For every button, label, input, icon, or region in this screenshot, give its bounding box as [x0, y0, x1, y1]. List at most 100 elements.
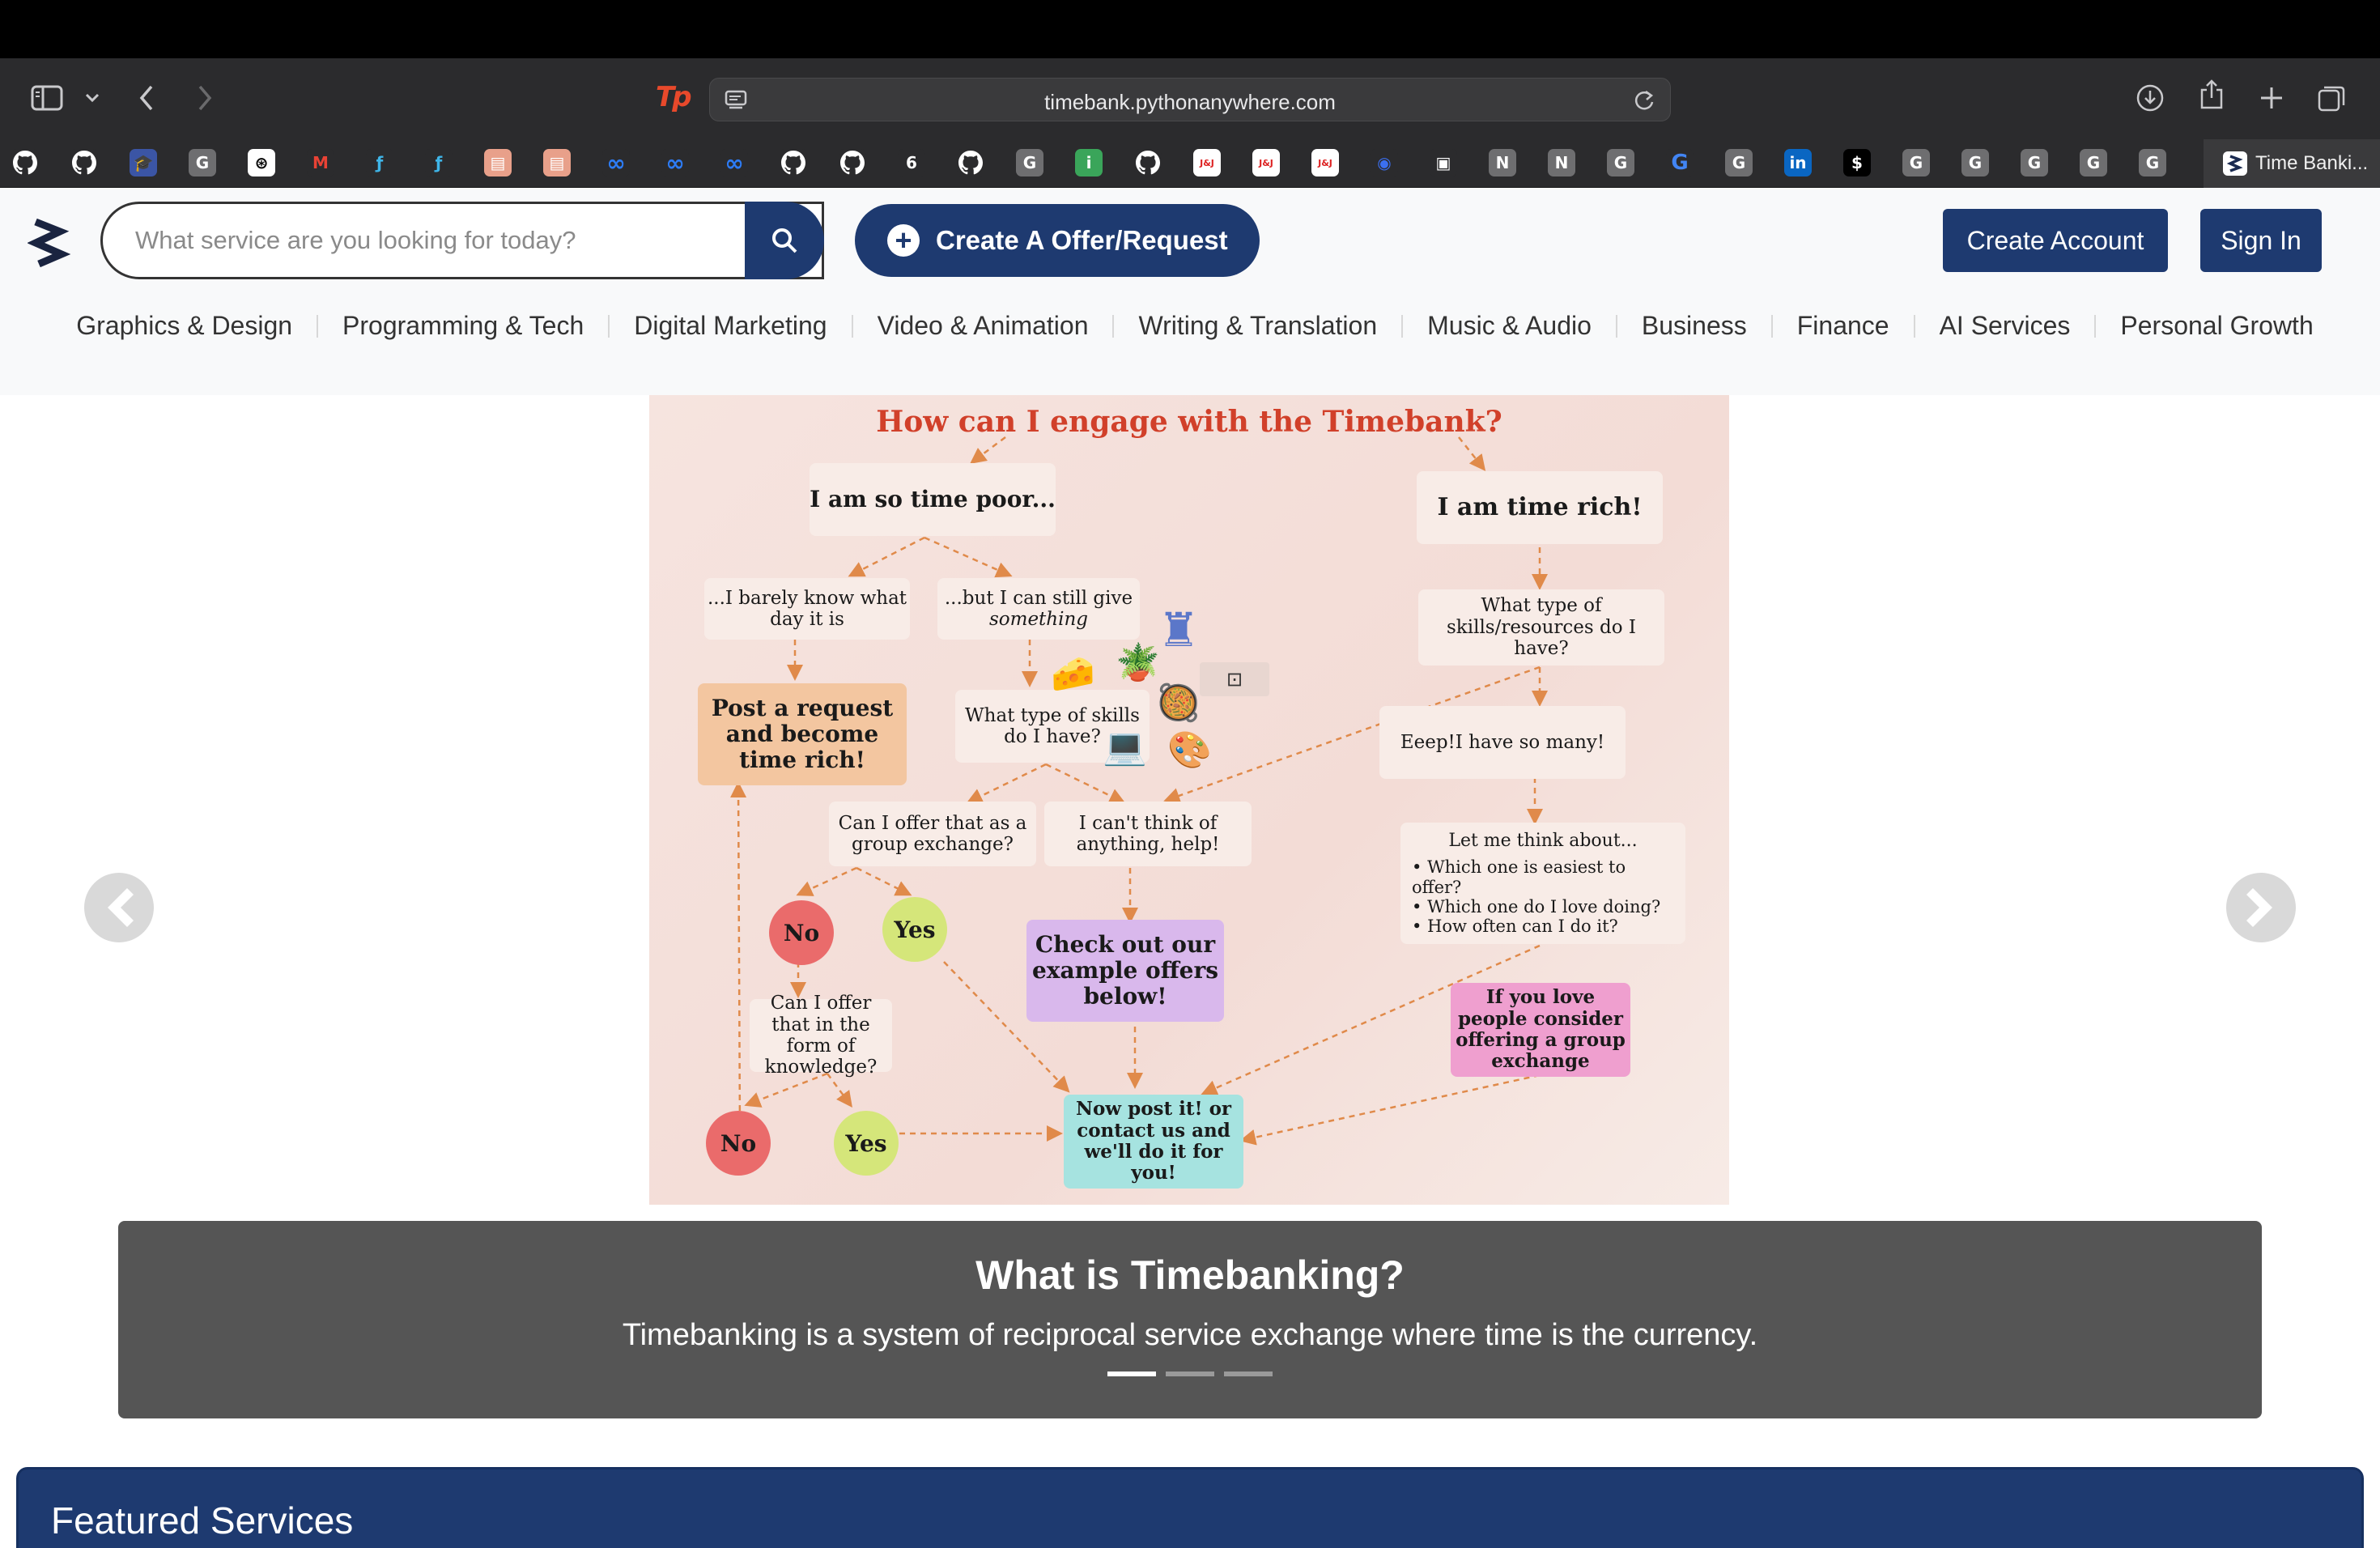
- time-rich-box: I am time rich!: [1417, 471, 1663, 544]
- category-link[interactable]: Personal Growth: [2120, 311, 2313, 340]
- nav-separator: [1770, 315, 1773, 338]
- generic-g-icon[interactable]: G: [1725, 149, 1753, 176]
- back-icon[interactable]: [138, 78, 155, 118]
- no-circle: No: [706, 1111, 771, 1176]
- carousel-indicators: [118, 1372, 2262, 1376]
- chatgpt-icon[interactable]: ⊛: [248, 149, 275, 176]
- category-link[interactable]: Graphics & Design: [76, 311, 292, 340]
- timebank-logo-icon[interactable]: [27, 217, 71, 268]
- github-icon[interactable]: [839, 149, 866, 176]
- sign-in-button[interactable]: Sign In: [2200, 209, 2322, 272]
- category-link[interactable]: Music & Audio: [1427, 311, 1592, 340]
- generic-g-icon[interactable]: G: [2021, 149, 2048, 176]
- browser-toolbar: Tp timebank.pythonanywhere.com: [0, 58, 2380, 139]
- knowledge-question-box: Can I offer that in the form of knowledg…: [750, 993, 892, 1078]
- github-icon[interactable]: [11, 149, 39, 176]
- six-icon[interactable]: 6: [898, 149, 925, 176]
- generic-g-icon[interactable]: G: [1961, 149, 1989, 176]
- tp-extension-icon[interactable]: Tp: [656, 81, 691, 113]
- category-link[interactable]: Writing & Translation: [1138, 311, 1377, 340]
- forward-icon[interactable]: [196, 78, 214, 118]
- search-box: [100, 202, 824, 279]
- sidebar-toggle-icon[interactable]: [31, 78, 63, 118]
- plus-circle-icon: +: [887, 224, 920, 257]
- category-link[interactable]: AI Services: [1940, 311, 2071, 340]
- generic-g-icon[interactable]: G: [189, 149, 216, 176]
- search-input[interactable]: [103, 204, 747, 277]
- chevron-left-icon: [108, 888, 134, 927]
- jj-icon[interactable]: J&J: [1311, 149, 1339, 176]
- nav-separator: [1401, 315, 1404, 338]
- timebank-favicon-icon: [2223, 151, 2247, 176]
- carousel-indicator[interactable]: [1224, 1372, 1273, 1376]
- time-poor-box: I am so time poor...: [810, 463, 1056, 536]
- circle-icon[interactable]: ◉: [1371, 149, 1398, 176]
- address-bar[interactable]: timebank.pythonanywhere.com: [709, 78, 1671, 121]
- hero-carousel: How can I engage with the Timebank? I am…: [0, 395, 2380, 1548]
- featured-services-title: Featured Services: [51, 1499, 354, 1542]
- generic-g-icon[interactable]: G: [2080, 149, 2107, 176]
- search-icon: [772, 228, 797, 253]
- stack-icon[interactable]: ▤: [484, 149, 512, 176]
- reload-icon[interactable]: [1633, 88, 1655, 117]
- linkedin-icon[interactable]: in: [1784, 149, 1812, 176]
- google-icon[interactable]: G: [1666, 149, 1694, 176]
- stack-icon[interactable]: ▤: [543, 149, 571, 176]
- create-account-button[interactable]: Create Account: [1943, 209, 2168, 272]
- github-icon[interactable]: [70, 149, 98, 176]
- generic-g-icon[interactable]: G: [1902, 149, 1930, 176]
- nav-separator: [2094, 315, 2097, 338]
- create-offer-button[interactable]: + Create A Offer/Request: [855, 204, 1260, 277]
- carousel-caption: What is Timebanking? Timebanking is a sy…: [118, 1221, 2262, 1418]
- new-tab-icon[interactable]: [2259, 78, 2284, 118]
- category-link[interactable]: Business: [1642, 311, 1747, 340]
- notion-icon[interactable]: N: [1548, 149, 1575, 176]
- search-button[interactable]: [745, 202, 824, 279]
- meta-icon[interactable]: ∞: [661, 149, 689, 176]
- category-link[interactable]: Finance: [1797, 311, 1889, 340]
- github-icon[interactable]: [1134, 149, 1162, 176]
- share-icon[interactable]: [2199, 74, 2225, 115]
- image-edit-icon[interactable]: ⊡: [1200, 662, 1269, 696]
- dollar-icon[interactable]: $: [1843, 149, 1871, 176]
- category-link[interactable]: Video & Animation: [878, 311, 1089, 340]
- jj-icon[interactable]: J&J: [1252, 149, 1280, 176]
- nav-separator: [1112, 315, 1115, 338]
- tf-icon[interactable]: ƒ: [366, 149, 393, 176]
- can-still-give-emphasis: something: [988, 609, 1089, 630]
- check-examples-box: Check out our example offers below!: [1026, 920, 1224, 1022]
- generic-g-icon[interactable]: G: [1607, 149, 1634, 176]
- nav-separator: [317, 315, 319, 338]
- github-icon[interactable]: [780, 149, 807, 176]
- flowchart-title: How can I engage with the Timebank?: [876, 405, 1502, 439]
- github-icon[interactable]: [957, 149, 984, 176]
- active-tab-title: Time Banki...: [2255, 152, 2369, 174]
- notion-icon[interactable]: N: [1489, 149, 1516, 176]
- carousel-next-button[interactable]: [2226, 873, 2296, 942]
- laptop-icon: 💻: [1103, 727, 1147, 767]
- bowl-icon: 🥘: [1156, 683, 1201, 723]
- tab-overview-icon[interactable]: [2317, 78, 2346, 118]
- jj-icon[interactable]: J&J: [1193, 149, 1221, 176]
- can-still-give-box: ...but I can still give something: [937, 578, 1140, 640]
- info-icon[interactable]: i: [1075, 149, 1103, 176]
- carousel-indicator[interactable]: [1166, 1372, 1214, 1376]
- generic-g-icon[interactable]: G: [1016, 149, 1043, 176]
- chevron-down-icon[interactable]: [84, 78, 100, 118]
- carousel-prev-button[interactable]: [84, 873, 154, 942]
- active-tab[interactable]: Time Banki...: [2204, 139, 2380, 188]
- downloads-icon[interactable]: [2136, 78, 2165, 118]
- carousel-indicator[interactable]: [1107, 1372, 1156, 1376]
- box-icon[interactable]: ▣: [1430, 149, 1457, 176]
- generic-g-icon[interactable]: G: [2139, 149, 2166, 176]
- url-text: timebank.pythonanywhere.com: [1044, 90, 1336, 114]
- think-point: • Which one is easiest to offer?: [1412, 857, 1626, 897]
- tf-icon[interactable]: ƒ: [425, 149, 453, 176]
- meta-icon[interactable]: ∞: [720, 149, 748, 176]
- meta-icon[interactable]: ∞: [602, 149, 630, 176]
- category-link[interactable]: Programming & Tech: [342, 311, 584, 340]
- gmail-icon[interactable]: M: [307, 149, 334, 176]
- category-link[interactable]: Digital Marketing: [634, 311, 827, 340]
- school-icon[interactable]: 🎓: [130, 149, 157, 176]
- flowchart-slide: How can I engage with the Timebank? I am…: [649, 395, 1729, 1205]
